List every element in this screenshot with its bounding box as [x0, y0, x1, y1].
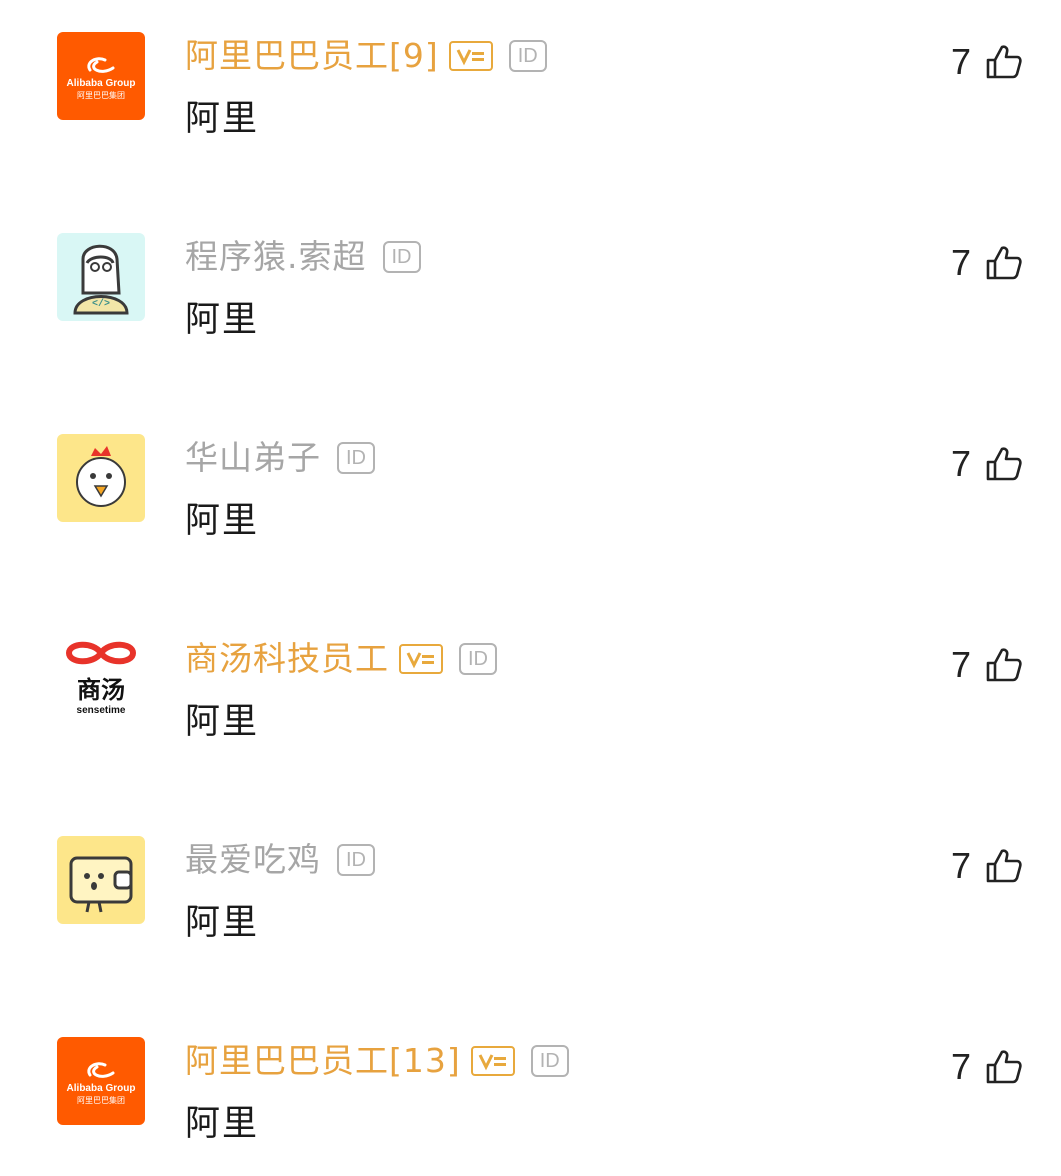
like-count: 7 [950, 242, 971, 283]
vip-badge-icon [448, 41, 493, 71]
id-badge: ID [508, 40, 547, 72]
sensetime-logo-icon[interactable]: 商汤 sensetime [57, 635, 145, 723]
user-name-line: 最爱吃鸡 ID [185, 838, 375, 882]
alibaba-logo-text: Alibaba Group [67, 1083, 136, 1094]
id-badge: ID [459, 643, 497, 675]
like-count: 7 [950, 1046, 971, 1087]
vip-badge-icon [470, 1046, 515, 1076]
thumbs-up-icon[interactable] [985, 848, 1023, 884]
comment-text: 阿里 [185, 300, 260, 340]
svg-text:</>: </> [92, 298, 110, 310]
alibaba-logo-icon[interactable]: Alibaba Group 阿里巴巴集团 [57, 1037, 145, 1125]
like-button[interactable]: 7 [950, 845, 1023, 886]
sensetime-logo-subtext: sensetime [77, 705, 126, 716]
user-name[interactable]: 阿里巴巴员工[13] [185, 1039, 461, 1083]
user-name-line: 华山弟子 ID [185, 436, 375, 480]
thumbs-up-icon[interactable] [985, 446, 1023, 482]
user-name-line: 阿里巴巴员工[9] ID [185, 34, 547, 78]
programmer-avatar-icon[interactable]: </> [57, 233, 145, 321]
comment-item: 华山弟子 ID 阿里 7 [0, 434, 1061, 584]
comment-text: 阿里 [185, 99, 260, 139]
user-name-line: 阿里巴巴员工[13] ID [185, 1039, 569, 1083]
comment-text: 阿里 [185, 501, 260, 541]
alibaba-logo-text: Alibaba Group [67, 78, 136, 89]
like-button[interactable]: 7 [950, 1046, 1023, 1087]
id-badge: ID [382, 241, 421, 273]
user-name[interactable]: 最爱吃鸡 [185, 838, 321, 882]
id-badge: ID [337, 844, 375, 876]
user-name[interactable]: 程序猿.索超 [185, 235, 367, 279]
thumbs-up-icon[interactable] [985, 647, 1023, 683]
comment-item: Alibaba Group 阿里巴巴集团 阿里巴巴员工[9] ID 阿里 7 [0, 32, 1061, 182]
comment-item: 商汤 sensetime 商汤科技员工 ID 阿里 7 [0, 635, 1061, 785]
comment-item: Alibaba Group 阿里巴巴集团 阿里巴巴员工[13] ID 阿里 7 [0, 1037, 1061, 1176]
user-name-line: 程序猿.索超 ID [185, 235, 421, 279]
user-name-line: 商汤科技员工 ID [185, 637, 497, 681]
comment-text: 阿里 [185, 903, 260, 943]
comment-text: 阿里 [185, 702, 260, 742]
user-name[interactable]: 华山弟子 [185, 436, 321, 480]
like-count: 7 [950, 644, 971, 685]
thumbs-up-icon[interactable] [985, 245, 1023, 281]
comment-list: Alibaba Group 阿里巴巴集团 阿里巴巴员工[9] ID 阿里 7 <… [0, 0, 1061, 1176]
alibaba-logo-subtext: 阿里巴巴集团 [77, 1095, 125, 1105]
vip-badge-icon [399, 644, 443, 674]
user-name[interactable]: 商汤科技员工 [185, 637, 389, 681]
comment-item: 最爱吃鸡 ID 阿里 7 [0, 836, 1061, 986]
thumbs-up-icon[interactable] [985, 1049, 1023, 1085]
alibaba-logo-subtext: 阿里巴巴集团 [77, 90, 125, 100]
like-button[interactable]: 7 [950, 41, 1023, 82]
like-count: 7 [950, 41, 971, 82]
wallet-avatar-icon[interactable] [57, 836, 145, 924]
like-button[interactable]: 7 [950, 644, 1023, 685]
like-button[interactable]: 7 [950, 242, 1023, 283]
id-badge: ID [337, 442, 375, 474]
comment-item: </> 程序猿.索超 ID 阿里 7 [0, 233, 1061, 383]
sensetime-logo-text: 商汤 [77, 676, 125, 704]
user-name[interactable]: 阿里巴巴员工[9] [185, 34, 439, 78]
thumbs-up-icon[interactable] [985, 44, 1023, 80]
like-button[interactable]: 7 [950, 443, 1023, 484]
comment-text: 阿里 [185, 1104, 260, 1144]
chicken-avatar-icon[interactable] [57, 434, 145, 522]
like-count: 7 [950, 443, 971, 484]
like-count: 7 [950, 845, 971, 886]
alibaba-logo-icon[interactable]: Alibaba Group 阿里巴巴集团 [57, 32, 145, 120]
id-badge: ID [530, 1045, 569, 1077]
